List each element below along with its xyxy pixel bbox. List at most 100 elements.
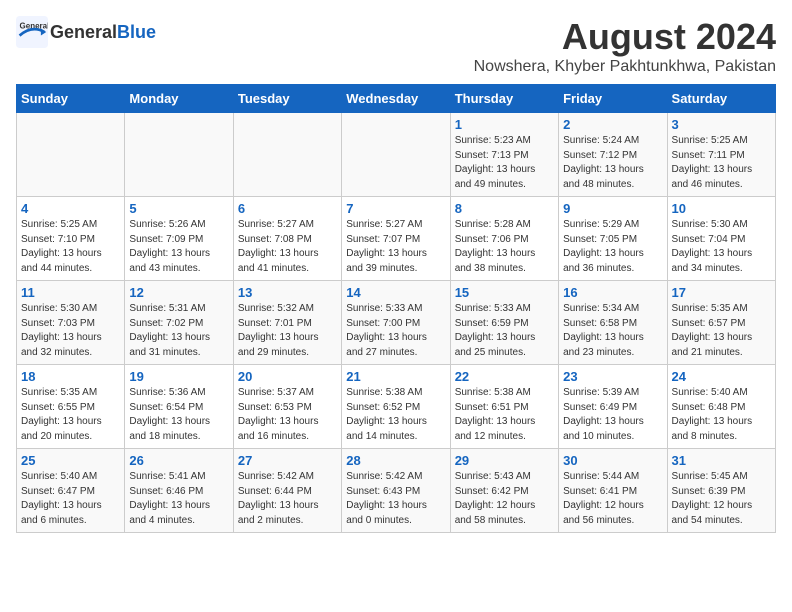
location-subtitle: Nowshera, Khyber Pakhtunkhwa, Pakistan <box>474 58 776 76</box>
calendar-cell: 12Sunrise: 5:31 AM Sunset: 7:02 PM Dayli… <box>125 281 233 365</box>
day-info: Sunrise: 5:25 AM Sunset: 7:11 PM Dayligh… <box>672 134 771 192</box>
calendar-cell <box>342 113 450 197</box>
day-number: 2 <box>563 117 662 132</box>
calendar-cell: 26 Sunrise: 5:41 AM Sunset: 6:46 PM Dayli… <box>125 449 233 533</box>
weekday-header-monday: Monday <box>125 85 233 113</box>
day-info: Sunrise: 5:40 AM Sunset: 6:48 PM Dayligh… <box>672 386 771 444</box>
day-info: Sunrise: 5:30 AM Sunset: 7:03 PM Dayligh… <box>21 302 120 360</box>
calendar-cell: 30 Sunrise: 5:44 AM Sunset: 6:41 PM Dayli… <box>559 449 667 533</box>
month-title: August 2024 <box>474 16 776 58</box>
calendar-cell: 2Sunrise: 5:24 AM Sunset: 7:12 PM Daylig… <box>559 113 667 197</box>
calendar-table: SundayMondayTuesdayWednesdayThursdayFrid… <box>16 84 776 533</box>
day-info: Sunrise: 5:26 AM Sunset: 7:09 PM Dayligh… <box>129 218 228 276</box>
day-number: 5 <box>129 201 228 216</box>
calendar-cell: 17 Sunrise: 5:35 AM Sunset: 6:57 PM Dayli… <box>667 281 775 365</box>
logo-general-text: General <box>50 22 117 42</box>
calendar-cell: 13 Sunrise: 5:32 AM Sunset: 7:01 PM Dayli… <box>233 281 341 365</box>
day-number: 9 <box>563 201 662 216</box>
day-number: 10 <box>672 201 771 216</box>
page-header: General GeneralBlue August 2024 Nowshera… <box>16 16 776 76</box>
calendar-cell: 23 Sunrise: 5:39 AM Sunset: 6:49 PM Dayli… <box>559 365 667 449</box>
day-number: 26 <box>129 453 228 468</box>
calendar-cell: 7 Sunrise: 5:27 AM Sunset: 7:07 PM Daylig… <box>342 197 450 281</box>
calendar-cell: 9 Sunrise: 5:29 AM Sunset: 7:05 PM Daylig… <box>559 197 667 281</box>
title-block: August 2024 Nowshera, Khyber Pakhtunkhwa… <box>474 16 776 76</box>
day-info: Sunrise: 5:39 AM Sunset: 6:49 PM Dayligh… <box>563 386 662 444</box>
day-number: 24 <box>672 369 771 384</box>
day-number: 30 <box>563 453 662 468</box>
weekday-header-friday: Friday <box>559 85 667 113</box>
day-number: 19 <box>129 369 228 384</box>
day-info: Sunrise: 5:27 AM Sunset: 7:07 PM Dayligh… <box>346 218 445 276</box>
calendar-cell: 27Sunrise: 5:42 AM Sunset: 6:44 PM Dayli… <box>233 449 341 533</box>
calendar-cell: 16Sunrise: 5:34 AM Sunset: 6:58 PM Dayli… <box>559 281 667 365</box>
day-info: Sunrise: 5:25 AM Sunset: 7:10 PM Dayligh… <box>21 218 120 276</box>
day-number: 31 <box>672 453 771 468</box>
calendar-cell: 22Sunrise: 5:38 AM Sunset: 6:51 PM Dayli… <box>450 365 558 449</box>
day-number: 18 <box>21 369 120 384</box>
day-info: Sunrise: 5:34 AM Sunset: 6:58 PM Dayligh… <box>563 302 662 360</box>
weekday-header-wednesday: Wednesday <box>342 85 450 113</box>
day-number: 14 <box>346 285 445 300</box>
day-info: Sunrise: 5:42 AM Sunset: 6:43 PM Dayligh… <box>346 470 445 528</box>
weekday-header-row: SundayMondayTuesdayWednesdayThursdayFrid… <box>17 85 776 113</box>
day-number: 15 <box>455 285 554 300</box>
day-number: 13 <box>238 285 337 300</box>
day-number: 3 <box>672 117 771 132</box>
calendar-cell: 14 Sunrise: 5:33 AM Sunset: 7:00 PM Dayli… <box>342 281 450 365</box>
day-info: Sunrise: 5:29 AM Sunset: 7:05 PM Dayligh… <box>563 218 662 276</box>
calendar-week-row: 25Sunrise: 5:40 AM Sunset: 6:47 PM Dayli… <box>17 449 776 533</box>
day-info: Sunrise: 5:23 AM Sunset: 7:13 PM Dayligh… <box>455 134 554 192</box>
day-number: 11 <box>21 285 120 300</box>
day-number: 4 <box>21 201 120 216</box>
day-info: Sunrise: 5:33 AM Sunset: 7:00 PM Dayligh… <box>346 302 445 360</box>
day-info: Sunrise: 5:31 AM Sunset: 7:02 PM Dayligh… <box>129 302 228 360</box>
calendar-cell: 24 Sunrise: 5:40 AM Sunset: 6:48 PM Dayli… <box>667 365 775 449</box>
weekday-header-thursday: Thursday <box>450 85 558 113</box>
day-number: 23 <box>563 369 662 384</box>
day-number: 22 <box>455 369 554 384</box>
calendar-week-row: 18Sunrise: 5:35 AM Sunset: 6:55 PM Dayli… <box>17 365 776 449</box>
calendar-week-row: 11 Sunrise: 5:30 AM Sunset: 7:03 PM Dayli… <box>17 281 776 365</box>
weekday-header-saturday: Saturday <box>667 85 775 113</box>
calendar-cell: 31 Sunrise: 5:45 AM Sunset: 6:39 PM Dayli… <box>667 449 775 533</box>
calendar-cell: 20Sunrise: 5:37 AM Sunset: 6:53 PM Dayli… <box>233 365 341 449</box>
calendar-cell: 5 Sunrise: 5:26 AM Sunset: 7:09 PM Daylig… <box>125 197 233 281</box>
day-info: Sunrise: 5:43 AM Sunset: 6:42 PM Dayligh… <box>455 470 554 528</box>
day-info: Sunrise: 5:35 AM Sunset: 6:57 PM Dayligh… <box>672 302 771 360</box>
day-info: Sunrise: 5:30 AM Sunset: 7:04 PM Dayligh… <box>672 218 771 276</box>
logo-blue-text: Blue <box>117 22 156 42</box>
day-number: 6 <box>238 201 337 216</box>
calendar-cell: 4 Sunrise: 5:25 AM Sunset: 7:10 PM Daylig… <box>17 197 125 281</box>
day-info: Sunrise: 5:36 AM Sunset: 6:54 PM Dayligh… <box>129 386 228 444</box>
calendar-cell: 10 Sunrise: 5:30 AM Sunset: 7:04 PM Dayli… <box>667 197 775 281</box>
day-number: 7 <box>346 201 445 216</box>
day-number: 8 <box>455 201 554 216</box>
calendar-cell <box>17 113 125 197</box>
day-number: 20 <box>238 369 337 384</box>
day-number: 27 <box>238 453 337 468</box>
calendar-cell: 25Sunrise: 5:40 AM Sunset: 6:47 PM Dayli… <box>17 449 125 533</box>
weekday-header-sunday: Sunday <box>17 85 125 113</box>
day-info: Sunrise: 5:45 AM Sunset: 6:39 PM Dayligh… <box>672 470 771 528</box>
calendar-cell: 18Sunrise: 5:35 AM Sunset: 6:55 PM Dayli… <box>17 365 125 449</box>
calendar-cell: 8 Sunrise: 5:28 AM Sunset: 7:06 PM Daylig… <box>450 197 558 281</box>
day-info: Sunrise: 5:40 AM Sunset: 6:47 PM Dayligh… <box>21 470 120 528</box>
calendar-cell: 11 Sunrise: 5:30 AM Sunset: 7:03 PM Dayli… <box>17 281 125 365</box>
calendar-cell: 28 Sunrise: 5:42 AM Sunset: 6:43 PM Dayli… <box>342 449 450 533</box>
weekday-header-tuesday: Tuesday <box>233 85 341 113</box>
day-number: 28 <box>346 453 445 468</box>
calendar-cell: 3 Sunrise: 5:25 AM Sunset: 7:11 PM Daylig… <box>667 113 775 197</box>
day-info: Sunrise: 5:41 AM Sunset: 6:46 PM Dayligh… <box>129 470 228 528</box>
calendar-cell: 19 Sunrise: 5:36 AM Sunset: 6:54 PM Dayli… <box>125 365 233 449</box>
day-number: 17 <box>672 285 771 300</box>
calendar-cell: 1 Sunrise: 5:23 AM Sunset: 7:13 PM Daylig… <box>450 113 558 197</box>
calendar-cell <box>125 113 233 197</box>
calendar-week-row: 4 Sunrise: 5:25 AM Sunset: 7:10 PM Daylig… <box>17 197 776 281</box>
calendar-week-row: 1 Sunrise: 5:23 AM Sunset: 7:13 PM Daylig… <box>17 113 776 197</box>
day-info: Sunrise: 5:44 AM Sunset: 6:41 PM Dayligh… <box>563 470 662 528</box>
day-number: 1 <box>455 117 554 132</box>
calendar-cell: 6Sunrise: 5:27 AM Sunset: 7:08 PM Daylig… <box>233 197 341 281</box>
day-info: Sunrise: 5:32 AM Sunset: 7:01 PM Dayligh… <box>238 302 337 360</box>
day-info: Sunrise: 5:28 AM Sunset: 7:06 PM Dayligh… <box>455 218 554 276</box>
